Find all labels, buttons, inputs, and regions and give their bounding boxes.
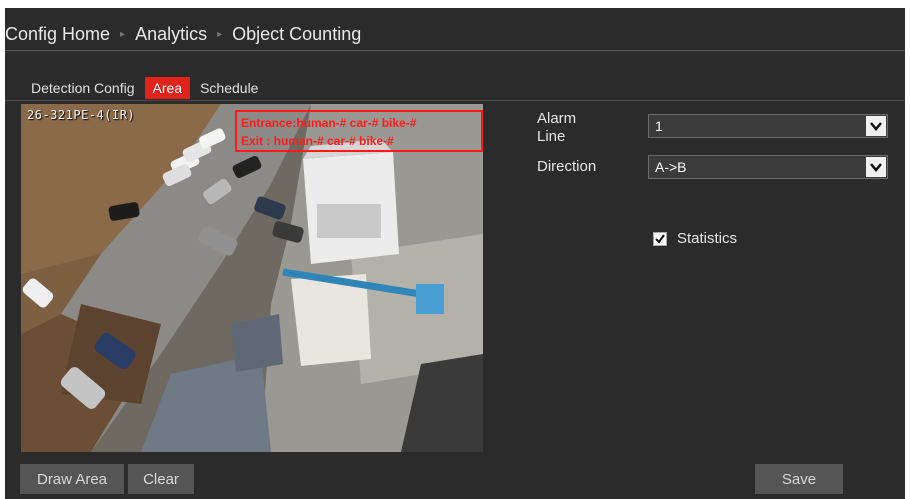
camera-scene-image	[21, 104, 483, 452]
tab-bar: Detection Config Area Schedule	[25, 76, 268, 100]
direction-label: Direction	[537, 158, 597, 175]
tab-divider	[5, 100, 905, 101]
breadcrumb: Config Home ▸ Analytics ▸ Object Countin…	[5, 22, 361, 46]
checkmark-icon	[655, 233, 665, 244]
camera-osd-label: 26-321PE-4(IR)	[27, 108, 136, 122]
direction-value: A->B	[655, 159, 687, 175]
chevron-down-icon[interactable]	[866, 116, 886, 136]
breadcrumb-divider	[5, 50, 905, 51]
breadcrumb-config-home[interactable]: Config Home	[5, 24, 110, 45]
alarm-line-value: 1	[655, 118, 663, 134]
statistics-checkbox[interactable]	[653, 231, 667, 246]
alarm-line-label: Alarm Line	[537, 110, 577, 145]
tab-detection-config[interactable]: Detection Config	[25, 77, 141, 99]
tab-area[interactable]: Area	[144, 77, 191, 99]
exit-count: Exit : human-# car-# bike-#	[241, 134, 394, 148]
object-count-overlay: Entrance:human-# car-# bike-# Exit : hum…	[235, 110, 483, 152]
entrance-count: Entrance:human-# car-# bike-#	[241, 116, 417, 130]
save-button[interactable]: Save	[755, 464, 843, 494]
statistics-option[interactable]: Statistics	[653, 230, 737, 247]
direction-select[interactable]: A->B	[648, 155, 888, 179]
breadcrumb-separator-icon: ▸	[217, 28, 223, 40]
config-panel: Config Home ▸ Analytics ▸ Object Countin…	[5, 8, 905, 499]
breadcrumb-analytics[interactable]: Analytics	[135, 24, 207, 45]
breadcrumb-separator-icon: ▸	[120, 28, 126, 40]
chevron-down-icon[interactable]	[866, 157, 886, 177]
camera-preview[interactable]: 26-321PE-4(IR) Entrance:human-# car-# bi…	[21, 104, 483, 452]
alarm-line-select[interactable]: 1	[648, 114, 888, 138]
clear-button[interactable]: Clear	[128, 464, 194, 494]
breadcrumb-object-counting: Object Counting	[232, 23, 362, 44]
draw-area-button[interactable]: Draw Area	[20, 464, 124, 494]
tab-schedule[interactable]: Schedule	[194, 77, 264, 99]
statistics-label: Statistics	[677, 230, 738, 247]
